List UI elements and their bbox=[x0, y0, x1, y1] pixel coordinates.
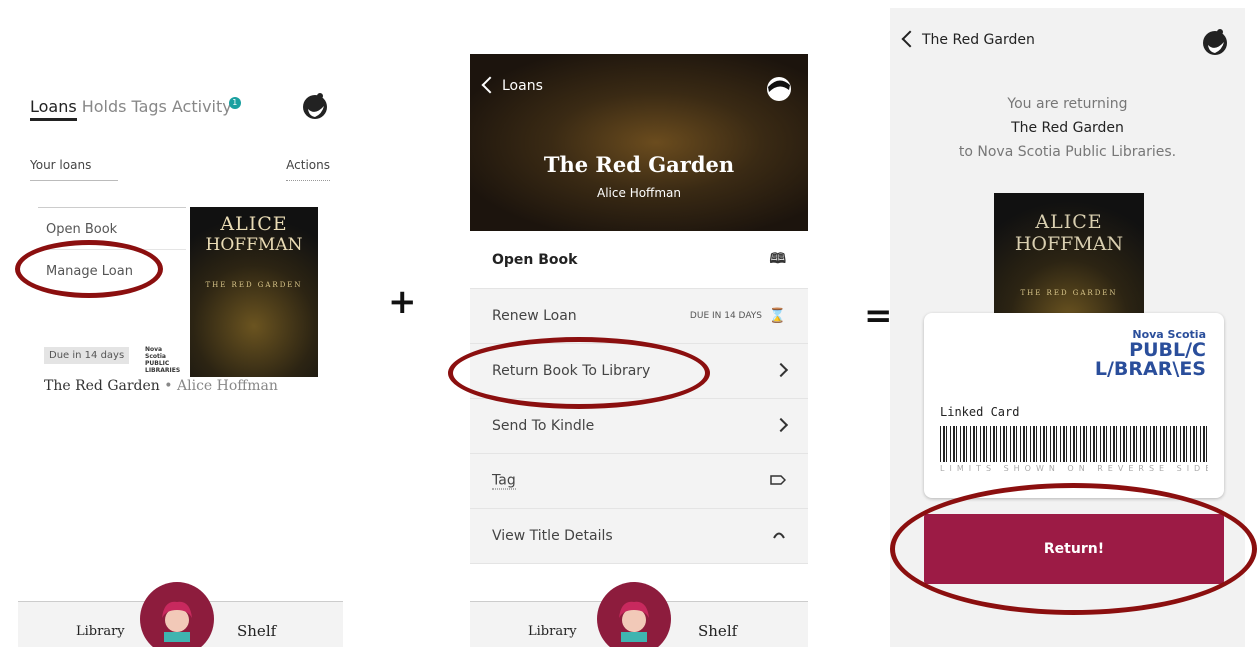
cover-author-line1: ALICE bbox=[220, 213, 288, 235]
open-book-icon: 🕮 bbox=[769, 250, 786, 267]
return-book-row[interactable]: Return Book To Library bbox=[470, 344, 808, 399]
title-hero: Loans The Red Garden Alice Hoffman bbox=[470, 54, 808, 231]
plus-operator: + bbox=[388, 282, 417, 322]
renew-due-label: DUE IN 14 DAYS bbox=[689, 311, 762, 321]
return-button[interactable]: Return! bbox=[924, 514, 1224, 584]
due-badge: Due in 14 days bbox=[44, 347, 130, 364]
bottom-nav: Library Shelf bbox=[18, 582, 343, 647]
linked-card-label: Linked Card bbox=[940, 405, 1020, 419]
libby-logo-icon[interactable] bbox=[597, 582, 671, 647]
send-kindle-row[interactable]: Send To Kindle bbox=[470, 399, 808, 454]
loan-book-author: Alice Hoffman bbox=[177, 378, 278, 394]
view-details-row[interactable]: View Title Details bbox=[470, 509, 808, 564]
undo-arc-icon bbox=[772, 528, 786, 544]
tab-activity-label: Activity bbox=[171, 97, 232, 116]
tag-row[interactable]: Tag bbox=[470, 454, 808, 509]
cover-author-line2: HOFFMAN bbox=[205, 235, 303, 255]
back-label: The Red Garden bbox=[922, 32, 1035, 48]
library-logo: Nova Scotia PUBL/C L/BRAR\ES bbox=[1095, 328, 1206, 379]
equals-operator: = bbox=[864, 296, 893, 336]
back-to-loans[interactable]: Loans bbox=[481, 76, 543, 94]
tab-loans[interactable]: Loans bbox=[30, 97, 77, 121]
tab-activity[interactable]: Activity1 bbox=[172, 97, 241, 121]
cover-subtitle: THE RED GARDEN bbox=[1020, 289, 1118, 297]
renew-loan-label: Renew Loan bbox=[492, 308, 577, 324]
book-cover: ALICE HOFFMAN THE RED GARDEN bbox=[994, 193, 1144, 333]
return-title: The Red Garden bbox=[1011, 120, 1124, 136]
nav-shelf[interactable]: Shelf bbox=[237, 622, 276, 640]
renew-loan-row[interactable]: Renew Loan DUE IN 14 DAYS ⌛ bbox=[470, 289, 808, 344]
back-label: Loans bbox=[502, 78, 543, 94]
activity-badge: 1 bbox=[228, 97, 241, 109]
loan-title-line: The Red Garden • Alice Hoffman bbox=[44, 378, 278, 394]
cover-author-line1: ALICE bbox=[1035, 211, 1103, 233]
logo-libraries: L/BRAR\ES bbox=[1094, 358, 1206, 380]
book-author: Alice Hoffman bbox=[597, 186, 681, 200]
return-message: You are returning The Red Garden to Nova… bbox=[890, 92, 1245, 164]
back-to-title[interactable]: The Red Garden bbox=[901, 30, 1035, 48]
nav-library[interactable]: Library bbox=[528, 624, 577, 639]
return-line1: You are returning bbox=[1007, 96, 1128, 112]
library-card: Nova Scotia PUBL/C L/BRAR\ES Linked Card… bbox=[924, 313, 1224, 498]
cover-subtitle: THE RED GARDEN bbox=[205, 281, 303, 289]
return-line3: to Nova Scotia Public Libraries. bbox=[958, 144, 1177, 160]
library-logo: Nova Scotia PUBLIC LIBRARIES bbox=[145, 346, 181, 374]
nav-shelf[interactable]: Shelf bbox=[698, 622, 737, 640]
return-confirm-screen: The Red Garden You are returning The Red… bbox=[890, 8, 1245, 647]
open-book-row[interactable]: Open Book 🕮 bbox=[470, 231, 808, 289]
send-kindle-label: Send To Kindle bbox=[492, 418, 595, 434]
book-cover[interactable]: ALICE HOFFMAN THE RED GARDEN bbox=[190, 207, 318, 377]
open-book-menu-item[interactable]: Open Book bbox=[38, 207, 186, 249]
view-details-label: View Title Details bbox=[492, 528, 613, 544]
tag-icon bbox=[770, 473, 787, 489]
tag-label: Tag bbox=[492, 472, 516, 490]
avatar-icon[interactable] bbox=[300, 90, 330, 120]
limits-note: LIMITS SHOWN ON REVERSE SIDE bbox=[940, 464, 1208, 473]
manage-loan-screen: Loans The Red Garden Alice Hoffman Open … bbox=[470, 54, 808, 647]
avatar-icon[interactable] bbox=[764, 72, 794, 102]
chevron-left-icon bbox=[901, 30, 919, 48]
loan-actions-menu: Open Book Manage Loan bbox=[38, 207, 186, 291]
chevron-right-icon bbox=[773, 362, 789, 379]
actions-link[interactable]: Actions bbox=[286, 158, 330, 181]
loans-screen: Loans Holds Tags Activity1 Your loans Ac… bbox=[18, 60, 343, 647]
title-separator: • bbox=[164, 378, 173, 394]
tab-tags[interactable]: Tags bbox=[131, 97, 166, 121]
tab-holds[interactable]: Holds bbox=[82, 97, 127, 121]
chevron-left-icon bbox=[481, 76, 499, 94]
libby-logo-icon[interactable] bbox=[140, 582, 214, 647]
hourglass-icon: ⌛ bbox=[768, 308, 786, 324]
return-book-label: Return Book To Library bbox=[492, 363, 651, 379]
avatar-icon[interactable] bbox=[1200, 26, 1230, 56]
open-book-label: Open Book bbox=[492, 251, 578, 268]
bottom-nav: Library Shelf bbox=[470, 582, 808, 647]
loan-options-list: Open Book 🕮 Renew Loan DUE IN 14 DAYS ⌛ … bbox=[470, 231, 808, 564]
book-title: The Red Garden bbox=[543, 152, 735, 177]
cover-author-line2: HOFFMAN bbox=[1014, 233, 1124, 255]
your-loans-label: Your loans bbox=[30, 158, 118, 181]
manage-loan-menu-item[interactable]: Manage Loan bbox=[38, 249, 186, 291]
barcode bbox=[940, 426, 1208, 462]
loans-tabs: Loans Holds Tags Activity1 bbox=[30, 97, 241, 121]
nav-library[interactable]: Library bbox=[76, 624, 125, 639]
loan-book-title: The Red Garden bbox=[44, 378, 160, 394]
chevron-right-icon bbox=[773, 417, 789, 434]
